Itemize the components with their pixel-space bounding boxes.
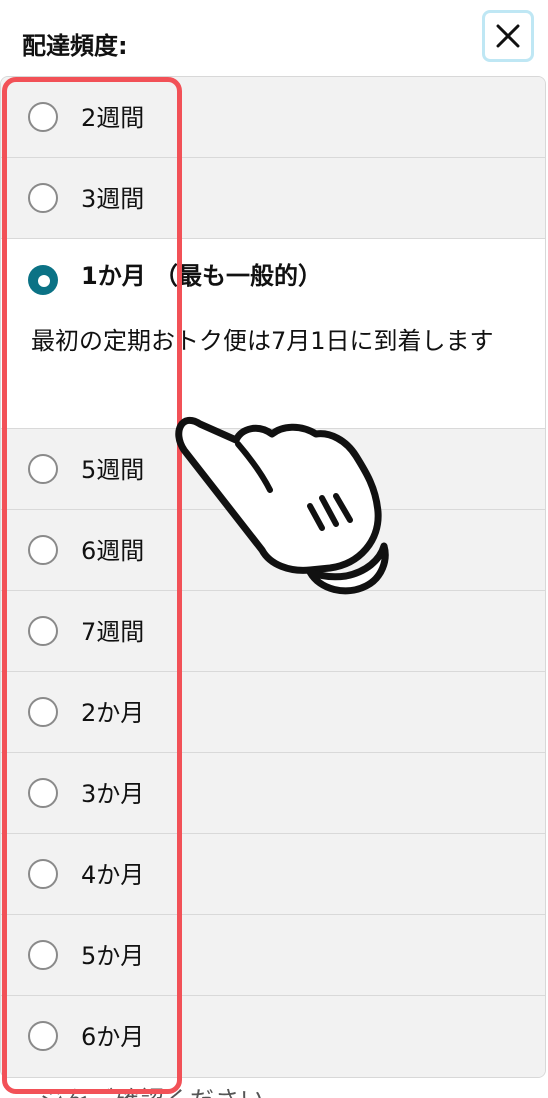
option-label: 4か月 bbox=[81, 861, 145, 889]
frequency-option-2-months[interactable]: 2か月 bbox=[1, 672, 545, 753]
option-label: 5か月 bbox=[81, 942, 145, 970]
frequency-option-3-weeks[interactable]: 3週間 bbox=[1, 158, 545, 239]
option-label: 3週間 bbox=[81, 185, 145, 213]
frequency-option-2-weeks[interactable]: 2週間 bbox=[1, 77, 545, 158]
page: ジをご確認ください 配達頻度: 2週間 3週間 1か月 （最も一般的） 最初の定… bbox=[0, 0, 548, 1098]
radio-button[interactable] bbox=[28, 697, 58, 727]
option-label: 3か月 bbox=[81, 780, 145, 808]
radio-button-selected[interactable] bbox=[28, 265, 58, 295]
option-label: 6か月 bbox=[81, 1023, 145, 1051]
frequency-option-5-months[interactable]: 5か月 bbox=[1, 915, 545, 996]
modal-header: 配達頻度: bbox=[0, 0, 548, 78]
radio-button[interactable] bbox=[28, 859, 58, 889]
option-label: 7週間 bbox=[81, 618, 145, 646]
option-label: 2か月 bbox=[81, 699, 145, 727]
option-label: 5週間 bbox=[81, 456, 145, 484]
frequency-option-6-months[interactable]: 6か月 bbox=[1, 996, 545, 1077]
pointing-hand-icon bbox=[175, 416, 389, 595]
background-footer-text: ジをご確認ください bbox=[40, 1080, 265, 1098]
radio-button[interactable] bbox=[28, 778, 58, 808]
radio-button[interactable] bbox=[28, 616, 58, 646]
option-label: 6週間 bbox=[81, 537, 145, 565]
radio-button[interactable] bbox=[28, 1021, 58, 1051]
frequency-option-4-months[interactable]: 4か月 bbox=[1, 834, 545, 915]
close-icon bbox=[496, 24, 520, 48]
modal-title: 配達頻度: bbox=[22, 32, 128, 60]
radio-button[interactable] bbox=[28, 535, 58, 565]
radio-button[interactable] bbox=[28, 454, 58, 484]
radio-button[interactable] bbox=[28, 102, 58, 132]
option-label: 1か月 （最も一般的） bbox=[81, 262, 323, 290]
option-description: 最初の定期おトク便は7月1日に到着します bbox=[31, 327, 494, 355]
frequency-option-3-months[interactable]: 3か月 bbox=[1, 753, 545, 834]
close-button[interactable] bbox=[482, 10, 534, 62]
radio-button[interactable] bbox=[28, 183, 58, 213]
radio-button[interactable] bbox=[28, 940, 58, 970]
option-label: 2週間 bbox=[81, 104, 145, 132]
